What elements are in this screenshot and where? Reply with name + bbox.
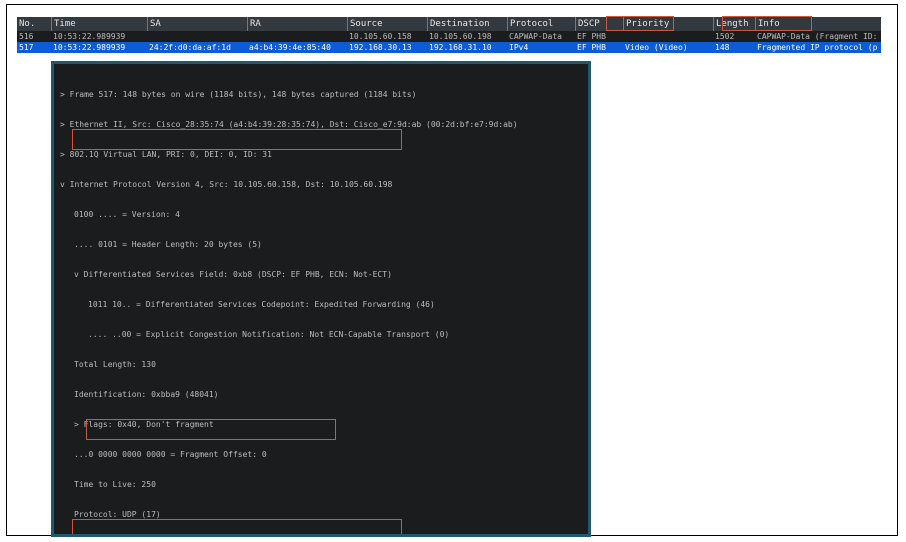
col-no[interactable]: No. (17, 17, 51, 31)
packet-row-516[interactable]: 516 10:53:22.989939 10.105.60.158 10.105… (17, 31, 881, 42)
tree-fragoff: ...0 0000 0000 0000 = Fragment Offset: 0 (60, 450, 584, 460)
tree-vlan[interactable]: > 802.1Q Virtual LAN, PRI: 0, DEI: 0, ID… (60, 150, 584, 160)
col-info[interactable]: Info (755, 17, 881, 31)
col-dscp[interactable]: DSCP (575, 17, 623, 31)
tree-dsfield-outer[interactable]: v Differentiated Services Field: 0xb8 (D… (60, 270, 584, 280)
tree-ipv4-hlen: .... 0101 = Header Length: 20 bytes (5) (60, 240, 584, 250)
packet-detail-tree[interactable]: > Frame 517: 148 bytes on wire (1184 bit… (54, 64, 588, 537)
col-ra[interactable]: RA (247, 17, 347, 31)
tree-ethernet[interactable]: > Ethernet II, Src: Cisco_28:35:74 (a4:b… (60, 120, 584, 130)
col-dest[interactable]: Destination (427, 17, 507, 31)
col-source[interactable]: Source (347, 17, 427, 31)
window-frame: No. Time SA RA Source Destination Protoc… (6, 4, 898, 536)
packet-detail-pane[interactable]: > Frame 517: 148 bytes on wire (1184 bit… (51, 61, 591, 537)
tree-ttl: Time to Live: 250 (60, 480, 584, 490)
tree-flags[interactable]: > Flags: 0x40, Don't fragment (60, 420, 584, 430)
tree-dscp-outer: 1011 10.. = Differentiated Services Code… (60, 300, 584, 310)
tree-totlen: Total Length: 130 (60, 360, 584, 370)
col-time[interactable]: Time (51, 17, 147, 31)
packet-list-header[interactable]: No. Time SA RA Source Destination Protoc… (17, 17, 881, 31)
packet-row-517-selected[interactable]: 517 10:53:22.989939 24:2f:d0:da:af:1d a4… (17, 42, 881, 53)
tree-frame[interactable]: > Frame 517: 148 bytes on wire (1184 bit… (60, 90, 584, 100)
tree-proto: Protocol: UDP (17) (60, 510, 584, 520)
col-proto[interactable]: Protocol (507, 17, 575, 31)
tree-ipv4-version: 0100 .... = Version: 4 (60, 210, 584, 220)
col-sa[interactable]: SA (147, 17, 247, 31)
col-prio[interactable]: Priority (623, 17, 713, 31)
tree-ipv4-outer[interactable]: v Internet Protocol Version 4, Src: 10.1… (60, 180, 584, 190)
tree-id: Identification: 0xbba9 (48041) (60, 390, 584, 400)
tree-ecn-outer: .... ..00 = Explicit Congestion Notifica… (60, 330, 584, 340)
col-len[interactable]: Length (713, 17, 755, 31)
